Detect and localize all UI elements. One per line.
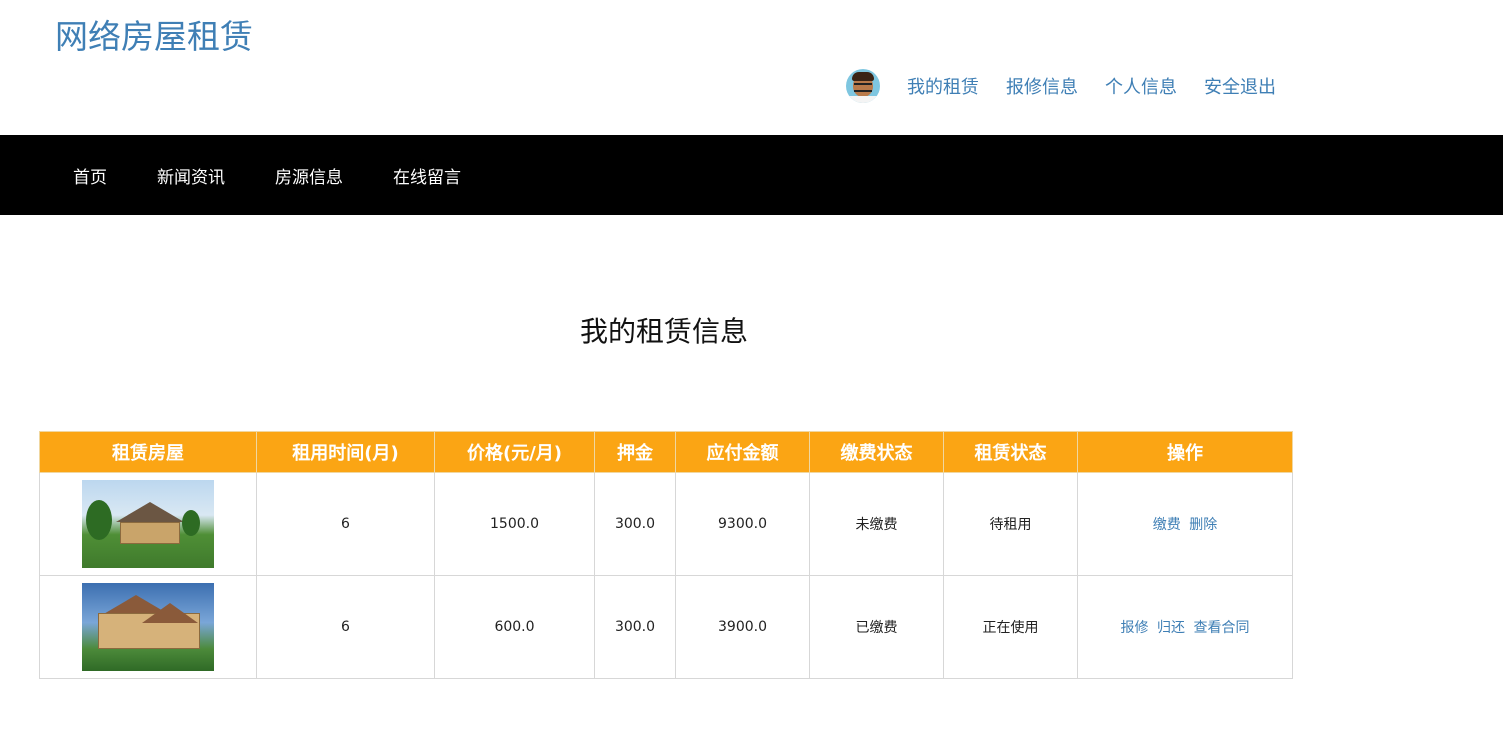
nav-item-news[interactable]: 新闻资讯 xyxy=(157,163,225,188)
repair-link[interactable]: 报修 xyxy=(1121,620,1149,636)
table-row: 6 600.0 300.0 3900.0 已缴费 正在使用 报修 归还 查看合同 xyxy=(39,575,1293,679)
cell-months: 6 xyxy=(256,575,435,679)
nav-item-listings[interactable]: 房源信息 xyxy=(275,163,343,188)
delete-link[interactable]: 删除 xyxy=(1189,517,1217,533)
cell-payment-status: 已缴费 xyxy=(809,575,944,679)
col-header-payment-status: 缴费状态 xyxy=(809,431,944,473)
cell-deposit: 300.0 xyxy=(594,472,676,576)
col-header-house: 租赁房屋 xyxy=(39,431,257,473)
user-nav: 我的租赁 报修信息 个人信息 安全退出 xyxy=(846,68,1303,104)
cell-actions: 报修 归还 查看合同 xyxy=(1077,575,1293,679)
cell-price: 1500.0 xyxy=(434,472,595,576)
cell-amount: 3900.0 xyxy=(675,575,810,679)
return-link[interactable]: 归还 xyxy=(1157,620,1185,636)
cell-price: 600.0 xyxy=(434,575,595,679)
col-header-amount: 应付金额 xyxy=(675,431,810,473)
table-row: 6 1500.0 300.0 9300.0 未缴费 待租用 缴费 删除 xyxy=(39,472,1293,576)
user-avatar-icon[interactable] xyxy=(846,69,880,103)
site-title[interactable]: 网络房屋租赁 xyxy=(55,10,253,58)
cell-lease-status: 待租用 xyxy=(943,472,1078,576)
col-header-months: 租用时间(月) xyxy=(256,431,435,473)
page-title: 我的租赁信息 xyxy=(580,315,749,348)
cell-lease-status: 正在使用 xyxy=(943,575,1078,679)
col-header-deposit: 押金 xyxy=(594,431,676,473)
cell-amount: 9300.0 xyxy=(675,472,810,576)
user-link-repair-info[interactable]: 报修信息 xyxy=(1006,73,1078,99)
main-navbar: 首页 新闻资讯 房源信息 在线留言 xyxy=(0,135,1503,215)
cell-months: 6 xyxy=(256,472,435,576)
lease-table: 租赁房屋 租用时间(月) 价格(元/月) 押金 应付金额 缴费状态 租赁状态 操… xyxy=(39,431,1293,679)
col-header-price: 价格(元/月) xyxy=(434,431,595,473)
cell-payment-status: 未缴费 xyxy=(809,472,944,576)
user-link-logout[interactable]: 安全退出 xyxy=(1204,73,1276,99)
user-link-profile[interactable]: 个人信息 xyxy=(1105,73,1177,99)
house-photo[interactable] xyxy=(82,480,214,568)
col-header-actions: 操作 xyxy=(1077,431,1293,473)
user-link-my-lease[interactable]: 我的租赁 xyxy=(907,73,979,99)
cell-actions: 缴费 删除 xyxy=(1077,472,1293,576)
col-header-lease-status: 租赁状态 xyxy=(943,431,1078,473)
house-photo[interactable] xyxy=(82,583,214,671)
table-header-row: 租赁房屋 租用时间(月) 价格(元/月) 押金 应付金额 缴费状态 租赁状态 操… xyxy=(39,431,1293,473)
nav-item-messages[interactable]: 在线留言 xyxy=(393,163,461,188)
nav-item-home[interactable]: 首页 xyxy=(73,163,107,188)
pay-link[interactable]: 缴费 xyxy=(1153,517,1181,533)
view-contract-link[interactable]: 查看合同 xyxy=(1193,620,1249,636)
cell-deposit: 300.0 xyxy=(594,575,676,679)
